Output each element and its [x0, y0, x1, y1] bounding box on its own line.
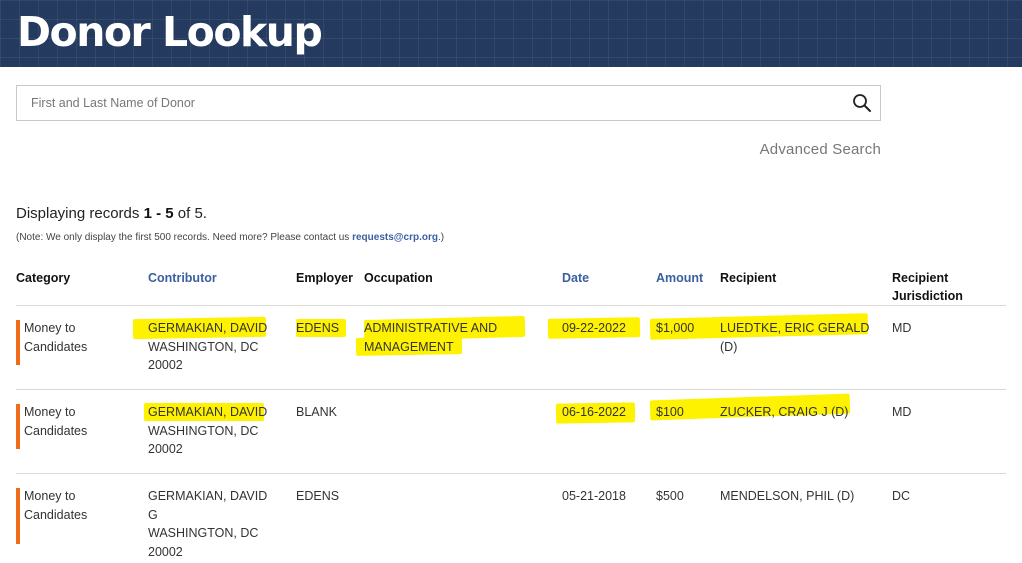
page-banner: Donor Lookup — [0, 0, 1022, 67]
row-category: Money to Candidates — [24, 405, 88, 438]
category-bar — [16, 404, 20, 449]
row-date: 06-16-2022 — [562, 405, 626, 419]
column-header-contributor[interactable]: Contributor — [148, 269, 217, 287]
table-row: Money to Candidates GERMAKIAN, DAVID G WASH… — [16, 474, 1006, 563]
row-contributor: GERMAKIAN, DAVID G WASHINGTON, DC 20002 — [148, 489, 268, 559]
note-close: .) — [437, 232, 445, 243]
row-recipient: ZUCKER, CRAIG J (D) — [720, 405, 849, 419]
row-date: 05-21-2018 — [562, 489, 626, 503]
row-amount: $500 — [656, 489, 684, 503]
column-header-date[interactable]: Date — [562, 269, 589, 287]
summary-total: 5 — [194, 205, 203, 222]
advanced-search-link[interactable]: Advanced Search — [760, 141, 881, 158]
search-box — [16, 85, 881, 121]
records-note: (Note: We only display the first 500 rec… — [16, 232, 444, 243]
row-occupation: ADMINISTRATIVE AND MANAGEMENT — [364, 321, 498, 354]
row-amount: $100 — [656, 405, 684, 419]
row-recipient: LUEDTKE, ERIC GERALD (D) — [720, 321, 870, 354]
summary-suffix: . — [202, 205, 207, 222]
row-employer: BLANK — [296, 405, 337, 419]
summary-prefix: Displaying records — [16, 205, 140, 222]
row-amount: $1,000 — [656, 321, 695, 335]
row-category: Money to Candidates — [24, 321, 88, 354]
contact-email-link[interactable]: requests@crp.org — [352, 232, 438, 243]
row-employer: EDENS — [296, 321, 340, 335]
column-header-occupation: Occupation — [364, 271, 433, 285]
column-header-amount[interactable]: Amount — [656, 269, 703, 287]
row-jurisdiction: MD — [892, 405, 912, 419]
summary-range: 1 - 5 — [143, 205, 174, 222]
column-header-category: Category — [16, 271, 71, 285]
row-category: Money to Candidates — [24, 489, 88, 522]
row-contributor: GERMAKIAN, DAVID WASHINGTON, DC 20002 — [148, 321, 268, 372]
row-date: 09-22-2022 — [562, 321, 626, 335]
search-icon[interactable] — [852, 93, 872, 113]
row-jurisdiction: MD — [892, 321, 912, 335]
row-contributor: GERMAKIAN, DAVID WASHINGTON, DC 20002 — [148, 405, 268, 456]
table-row: Money to Candidates GERMAKIAN, DAVID WASHI… — [16, 306, 1006, 390]
jurisdiction-header-line: Jurisdiction — [892, 289, 963, 303]
category-bar — [16, 488, 20, 544]
summary-of: of — [177, 205, 191, 222]
note-text: (Note: We only display the first 500 rec… — [16, 232, 350, 243]
row-jurisdiction: DC — [892, 489, 911, 503]
column-header-recipient: Recipient — [720, 271, 777, 285]
table-row: Money to Candidates GERMAKIAN, DAVID WASHI… — [16, 390, 1006, 474]
page-title: Donor Lookup — [17, 8, 323, 56]
records-summary: Displaying records 1 - 5 of 5. — [16, 205, 207, 222]
row-recipient: MENDELSON, PHIL (D) — [720, 489, 855, 503]
column-header-employer: Employer — [296, 271, 353, 285]
jurisdiction-header-line: Recipient — [892, 271, 949, 285]
category-bar — [16, 320, 20, 365]
search-input[interactable] — [17, 86, 837, 120]
row-employer: EDENS — [296, 489, 340, 503]
column-header-jurisdiction: Recipient Jurisdiction — [892, 269, 963, 305]
